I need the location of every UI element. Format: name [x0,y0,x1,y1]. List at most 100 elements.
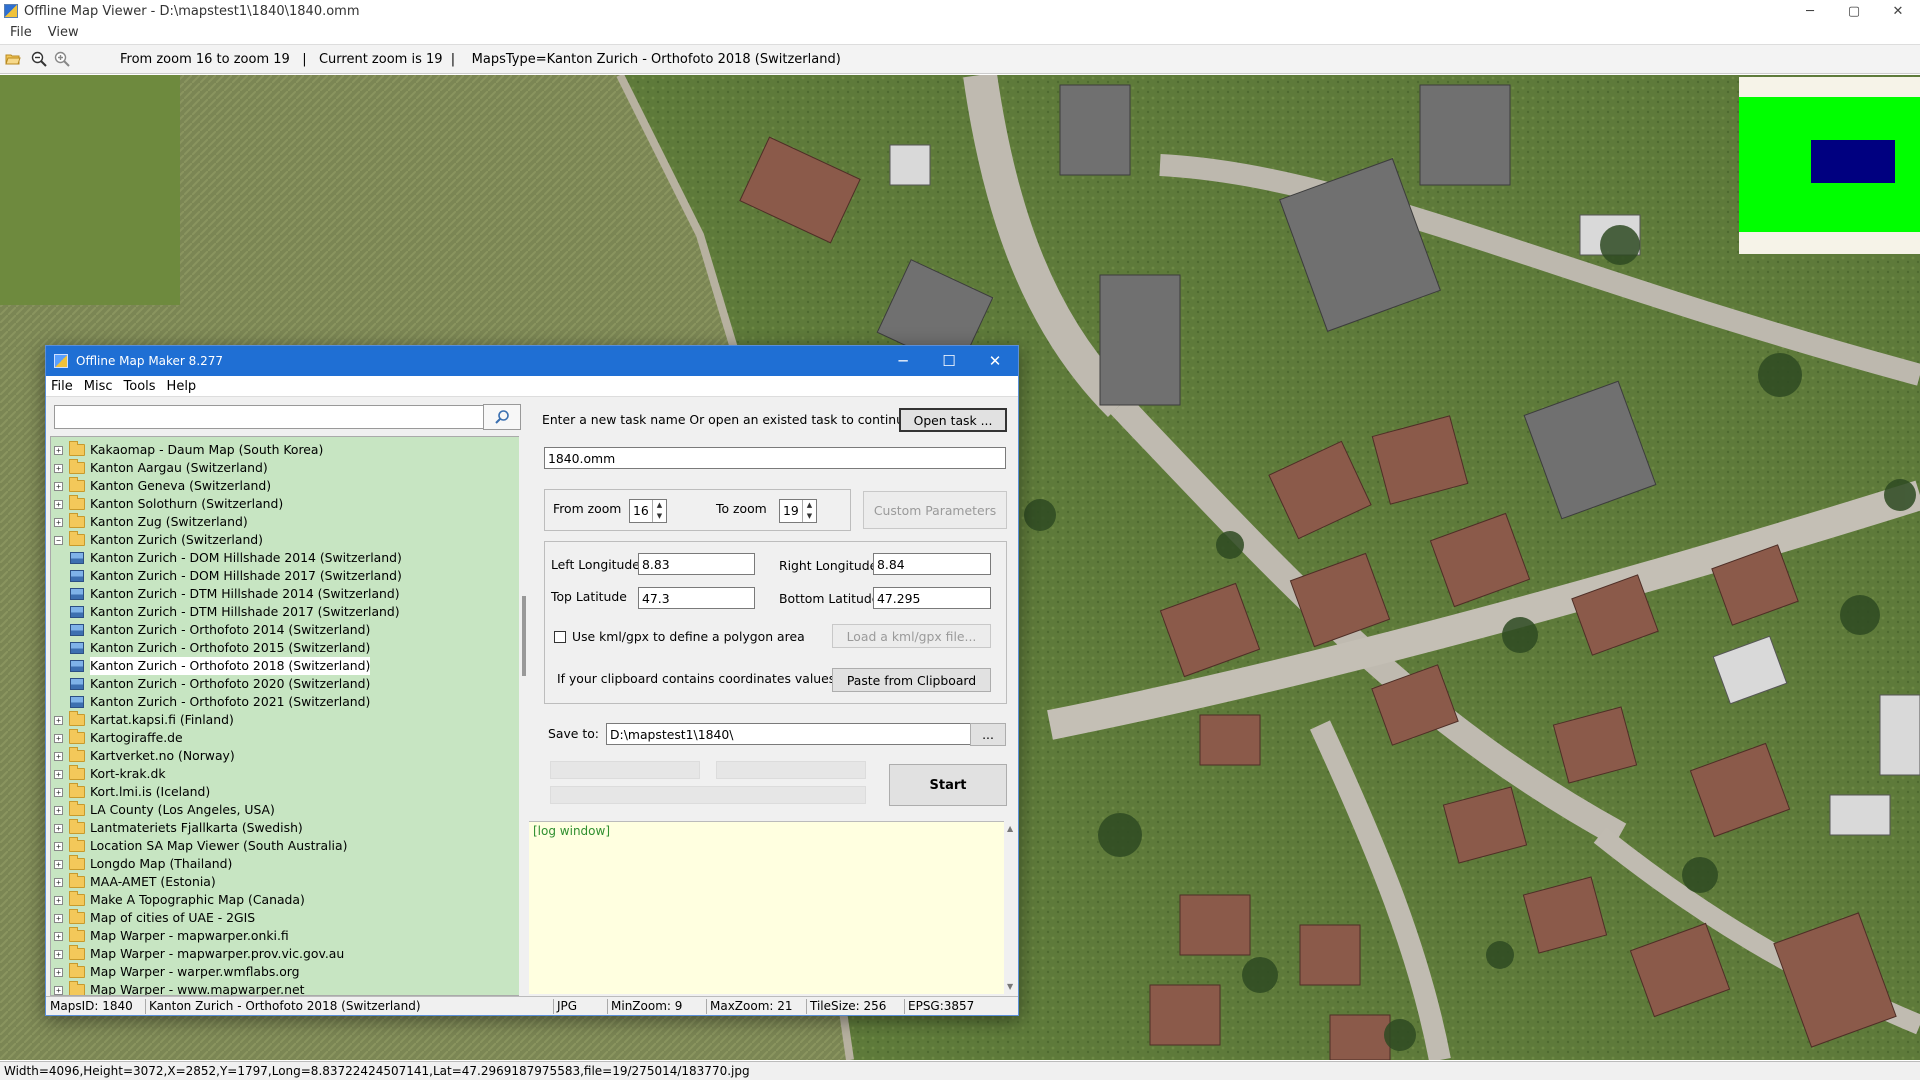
tree-map-item[interactable]: Kanton Zurich - Orthofoto 2020 (Switzerl… [70,675,370,693]
log-scrollbar[interactable]: ▲ ▼ [1004,821,1018,994]
expand-icon[interactable]: + [54,463,63,473]
overview-viewport-marker[interactable] [1811,140,1895,183]
tree-map-item[interactable]: Kanton Zurich - DTM Hillshade 2017 (Swit… [70,603,400,621]
menu-help[interactable]: Help [167,379,197,394]
expand-icon[interactable]: + [54,877,63,887]
tree-folder-item[interactable]: + Kartat.kapsi.fi (Finland) [54,711,234,729]
tree-folder-item[interactable]: − Kanton Zurich (Switzerland) [54,531,263,549]
tree-map-item[interactable]: Kanton Zurich - DOM Hillshade 2017 (Swit… [70,567,402,585]
map-source-tree[interactable]: + Kakaomap - Daum Map (South Korea) + Kanto… [50,436,520,996]
browse-button[interactable]: ... [970,723,1006,746]
tree-folder-item[interactable]: + Kort-krak.dk [54,765,166,783]
expand-icon[interactable]: + [54,715,63,725]
maximize-button[interactable]: ▢ [1832,0,1876,22]
close-button[interactable]: ✕ [1876,0,1920,22]
tree-folder-item[interactable]: + Kanton Zug (Switzerland) [54,513,248,531]
log-window[interactable]: [log window] [529,821,1018,994]
tree-folder-item[interactable]: + Map Warper - mapwarper.onki.fi [54,927,289,945]
expand-icon[interactable]: + [54,481,63,491]
tree-map-item[interactable]: Kanton Zurich - Orthofoto 2015 (Switzerl… [70,639,370,657]
menu-tools[interactable]: Tools [124,379,156,394]
tree-folder-item[interactable]: + Kanton Geneva (Switzerland) [54,477,271,495]
tree-folder-item[interactable]: + Longdo Map (Thailand) [54,855,232,873]
chevron-down-icon[interactable]: ▼ [803,511,816,522]
tree-folder-item[interactable]: + Make A Topographic Map (Canada) [54,891,305,909]
expand-icon[interactable]: + [54,985,63,995]
tree-map-item[interactable]: Kanton Zurich - DTM Hillshade 2014 (Swit… [70,585,400,603]
expand-icon[interactable]: + [54,949,63,959]
to-zoom-stepper[interactable]: 19 ▲ ▼ [779,499,817,523]
expand-icon[interactable]: + [54,445,63,455]
expand-icon[interactable]: + [54,517,63,527]
save-to-input[interactable] [606,723,1006,745]
task-name-input[interactable] [544,447,1006,469]
tree-folder-item[interactable]: + Kartverket.no (Norway) [54,747,235,765]
minimize-button[interactable]: ─ [880,346,926,376]
right-longitude-input[interactable] [873,553,991,575]
paste-from-clipboard-button[interactable]: Paste from Clipboard [832,668,991,692]
expand-icon[interactable]: + [54,841,63,851]
start-button[interactable]: Start [889,764,1007,806]
left-longitude-input[interactable] [638,553,755,575]
maker-title: Offline Map Maker 8.277 [76,354,224,368]
zoom-out-icon[interactable] [29,49,49,69]
chevron-up-icon[interactable]: ▲ [803,500,816,511]
tree-folder-item[interactable]: + LA County (Los Angeles, USA) [54,801,275,819]
expand-icon[interactable]: + [54,859,63,869]
expand-icon[interactable]: + [54,931,63,941]
menu-file[interactable]: File [51,379,73,394]
menu-file[interactable]: File [10,25,32,40]
from-zoom-stepper[interactable]: 16 ▲ ▼ [629,499,667,523]
expand-icon[interactable]: + [54,823,63,833]
tree-folder-item[interactable]: + Kanton Aargau (Switzerland) [54,459,268,477]
expand-icon[interactable]: + [54,733,63,743]
collapse-icon[interactable]: − [54,535,63,545]
expand-icon[interactable]: + [54,913,63,923]
load-kml-button[interactable]: Load a kml/gpx file... [832,624,991,648]
tree-folder-item[interactable]: + Location SA Map Viewer (South Australia… [54,837,347,855]
tree-folder-item[interactable]: + Kanton Solothurn (Switzerland) [54,495,283,513]
tree-map-item[interactable]: Kanton Zurich - Orthofoto 2021 (Switzerl… [70,693,370,711]
expand-icon[interactable]: + [54,895,63,905]
tree-folder-item[interactable]: + Kort.lmi.is (Iceland) [54,783,210,801]
scroll-down-icon[interactable]: ▼ [1007,982,1013,991]
close-button[interactable]: ✕ [972,346,1018,376]
chevron-up-icon[interactable]: ▲ [653,500,666,511]
tree-folder-item[interactable]: + Map Warper - mapwarper.prov.vic.gov.au [54,945,344,963]
open-task-button[interactable]: Open task ... [899,408,1007,432]
tree-map-item[interactable]: Kanton Zurich - DOM Hillshade 2014 (Swit… [70,549,402,567]
bottom-latitude-input[interactable] [873,587,991,609]
tree-map-item[interactable]: Kanton Zurich - Orthofoto 2018 (Switzerl… [70,657,371,675]
tree-folder-item[interactable]: + Lantmateriets Fjallkarta (Swedish) [54,819,303,837]
expand-icon[interactable]: + [54,499,63,509]
kml-checkbox[interactable] [554,631,566,643]
expand-icon[interactable]: + [54,805,63,815]
search-input[interactable] [54,405,485,429]
open-folder-icon[interactable] [3,49,23,69]
tree-folder-item[interactable]: + MAA-AMET (Estonia) [54,873,216,891]
chevron-down-icon[interactable]: ▼ [653,511,666,522]
tree-folder-item[interactable]: + Kakaomap - Daum Map (South Korea) [54,441,323,459]
maximize-button[interactable]: ☐ [926,346,972,376]
folder-icon [69,909,85,924]
expand-icon[interactable]: + [54,787,63,797]
top-latitude-input[interactable] [638,587,755,609]
tree-folder-item[interactable]: + Map of cities of UAE - 2GIS [54,909,255,927]
expand-icon[interactable]: + [54,967,63,977]
tree-folder-item[interactable]: + Kartogiraffe.de [54,729,183,747]
tree-folder-item[interactable]: + Map Warper - www.mapwarper.net [54,981,304,995]
custom-parameters-button[interactable]: Custom Parameters [863,491,1007,529]
scroll-up-icon[interactable]: ▲ [1007,824,1013,833]
zoom-in-icon[interactable] [52,49,72,69]
expand-icon[interactable]: + [54,751,63,761]
expand-icon[interactable]: + [54,769,63,779]
tree-map-item[interactable]: Kanton Zurich - Orthofoto 2014 (Switzerl… [70,621,370,639]
search-button[interactable] [483,404,521,430]
menu-view[interactable]: View [48,25,79,40]
scrollbar-thumb[interactable] [522,596,526,676]
tree-folder-item[interactable]: + Map Warper - warper.wmflabs.org [54,963,300,981]
tree-scrollbar[interactable] [519,436,529,996]
overview-minimap[interactable] [1739,77,1920,254]
menu-misc[interactable]: Misc [84,379,113,394]
minimize-button[interactable]: ─ [1788,0,1832,22]
